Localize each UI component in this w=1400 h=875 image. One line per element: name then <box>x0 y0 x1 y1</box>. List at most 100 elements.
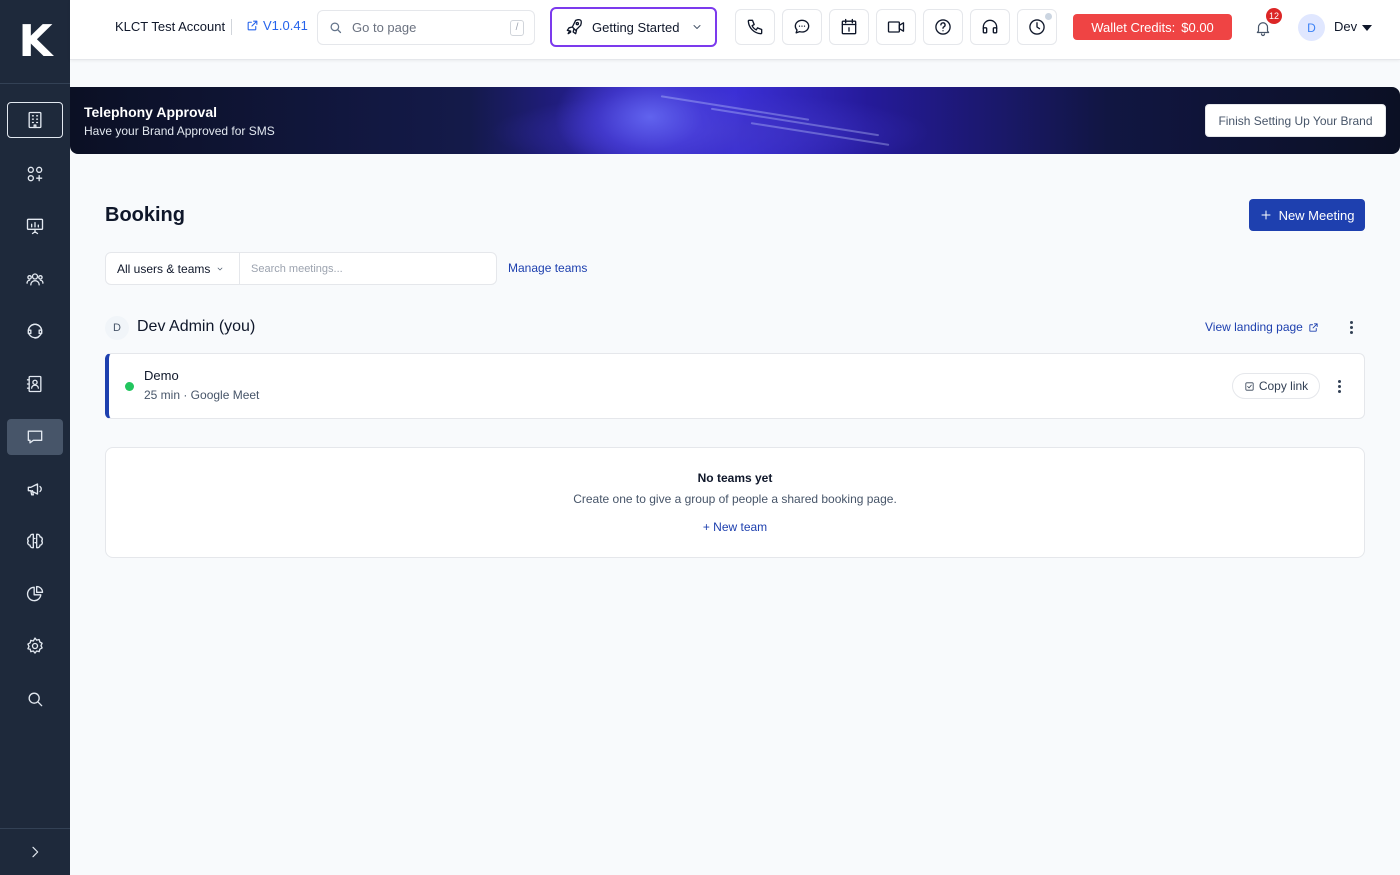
external-link-icon <box>1309 322 1318 332</box>
version-label: V1.0.41 <box>263 18 308 33</box>
user-avatar[interactable]: D <box>1298 14 1325 41</box>
more-vertical-icon <box>1349 320 1353 324</box>
more-vertical-icon <box>1337 379 1341 383</box>
user-section-more-button[interactable] <box>1344 320 1358 334</box>
sidebar-item-directory[interactable] <box>7 366 63 402</box>
help-icon <box>935 19 951 35</box>
chat-bubble-icon <box>27 430 43 444</box>
empty-state-description: Create one to give a group of people a s… <box>573 492 897 506</box>
clock-button[interactable] <box>1017 9 1057 45</box>
video-button[interactable] <box>876 9 916 45</box>
building-icon <box>28 111 42 129</box>
new-meeting-label: New Meeting <box>1278 207 1355 223</box>
copy-link-label: Copy link <box>1258 379 1309 393</box>
sidebar-item-marketing[interactable] <box>7 471 63 507</box>
top-header: KLCT Test Account V1.0.41 Go to page / G… <box>70 0 1400 60</box>
sidebar: K <box>0 0 70 875</box>
manage-teams-link[interactable]: Manage teams <box>508 261 587 275</box>
calendar-icon <box>841 18 857 35</box>
goto-page-search[interactable]: Go to page / <box>317 10 535 45</box>
phone-button[interactable] <box>735 9 775 45</box>
headset-icon <box>982 19 998 34</box>
calendar-button[interactable] <box>829 9 869 45</box>
search-meetings-input[interactable] <box>240 253 496 284</box>
shortcut-key: / <box>510 19 524 36</box>
user-name[interactable]: Dev <box>1334 19 1357 34</box>
wallet-credits-button[interactable]: Wallet Credits: $0.00 <box>1073 14 1232 40</box>
new-team-link: + New team <box>106 520 1364 534</box>
teams-empty-state: No teams yet Create one to give a group … <box>105 447 1365 558</box>
sidebar-item-support[interactable] <box>7 313 63 349</box>
sidebar-item-conversations[interactable] <box>7 419 63 455</box>
filter-select-label: All users & teams <box>117 261 211 276</box>
chat-button[interactable] <box>782 9 822 45</box>
chevron-right-icon <box>32 846 39 858</box>
meeting-more-button[interactable] <box>1332 379 1346 393</box>
goto-page-placeholder: Go to page <box>352 20 417 35</box>
pie-chart-icon <box>26 585 44 602</box>
external-link-icon <box>247 20 258 31</box>
banner-title: Telephony Approval <box>84 104 218 120</box>
help-button[interactable] <box>923 9 963 45</box>
active-status-dot <box>125 382 134 391</box>
new-team-button[interactable]: + New team <box>703 520 767 534</box>
copy-icon <box>1245 381 1254 391</box>
banner-subtitle: Have your Brand Approved for SMS <box>84 124 275 138</box>
brain-icon <box>27 533 43 549</box>
version-link[interactable]: V1.0.41 <box>246 18 308 33</box>
copy-link-button[interactable]: Copy link <box>1232 373 1320 399</box>
user-section-avatar: D <box>105 316 129 340</box>
view-landing-page-link[interactable]: View landing page <box>1205 320 1319 334</box>
search-icon <box>330 22 342 34</box>
chat-icon <box>794 19 810 34</box>
user-section-name: Dev Admin (you) <box>137 318 256 335</box>
brand-logo[interactable]: K <box>0 0 70 84</box>
sidebar-item-contacts[interactable] <box>7 261 63 297</box>
clock-icon <box>1029 19 1045 35</box>
finish-brand-setup-button[interactable]: Finish Setting Up Your Brand <box>1205 104 1386 137</box>
view-landing-label: View landing page <box>1205 320 1303 334</box>
wallet-label: Wallet Credits: <box>1091 19 1176 35</box>
support-icon <box>27 323 43 339</box>
account-name[interactable]: KLCT Test Account <box>115 19 225 34</box>
users-group-icon <box>26 273 44 286</box>
sidebar-item-reports[interactable] <box>7 576 63 612</box>
chevron-down-icon <box>693 25 701 29</box>
rocket-icon <box>566 19 582 35</box>
sidebar-item-settings[interactable] <box>7 628 63 664</box>
plus-icon <box>1261 210 1271 220</box>
apps-grid-icon <box>27 166 43 182</box>
video-icon <box>887 21 905 33</box>
meeting-name: Demo <box>144 368 179 383</box>
wallet-amount: $0.00 <box>1181 19 1214 35</box>
settings-icon <box>27 637 43 654</box>
sidebar-item-ai[interactable] <box>7 523 63 559</box>
banner-decoration <box>710 107 880 137</box>
logo-letter: K <box>18 16 52 67</box>
header-divider <box>231 19 232 35</box>
telephony-banner: Telephony Approval Have your Brand Appro… <box>70 87 1400 154</box>
sidebar-item-presentation[interactable] <box>7 208 63 244</box>
contact-book-icon <box>26 375 42 393</box>
headset-button[interactable] <box>970 9 1010 45</box>
presentation-chart-icon <box>26 218 44 235</box>
banner-decoration <box>660 95 810 121</box>
meeting-card[interactable]: Demo 25 min · Google Meet Copy link <box>105 353 1365 419</box>
meeting-filter-bar: All users & teams <box>105 252 497 285</box>
notification-badge: 12 <box>1266 8 1282 24</box>
sidebar-item-search[interactable] <box>7 681 63 717</box>
sidebar-item-apps[interactable] <box>7 156 63 192</box>
empty-state-title: No teams yet <box>697 471 773 485</box>
megaphone-icon <box>27 483 42 496</box>
status-dot <box>1045 13 1052 20</box>
new-meeting-button[interactable]: New Meeting <box>1249 199 1365 231</box>
getting-started-button[interactable]: Getting Started <box>550 7 717 47</box>
chevron-down-icon <box>218 267 223 270</box>
sidebar-item-building[interactable] <box>7 102 63 138</box>
sidebar-expand-button[interactable] <box>0 828 70 875</box>
caret-down-icon[interactable] <box>1362 25 1372 31</box>
phone-icon <box>747 19 763 35</box>
users-teams-select[interactable]: All users & teams <box>106 253 240 284</box>
page-title: Booking <box>105 204 185 226</box>
search-icon <box>28 692 43 707</box>
